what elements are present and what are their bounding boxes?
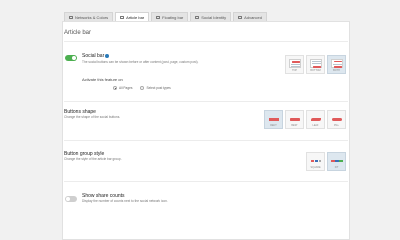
mini-button (339, 160, 343, 162)
text-line (312, 63, 321, 65)
tab-icon (156, 15, 161, 19)
radio-select-post-types[interactable]: Select post types (140, 86, 171, 90)
page-title: Article bar (64, 30, 92, 36)
tab-advanced[interactable]: Advanced (233, 12, 267, 21)
shape-option-pill[interactable]: PILL (327, 110, 346, 129)
group-option-square[interactable]: SQUARE (306, 152, 325, 171)
group-style-description: Change the style of the article bar grou… (64, 157, 122, 161)
buttons-shape-description: Change the shape of the social buttons. (64, 115, 121, 119)
layout-thumbnail (331, 59, 343, 68)
mini-button (315, 160, 318, 162)
group-preview (331, 156, 343, 165)
shape-option-best[interactable]: BEST (285, 110, 304, 129)
tab-article-bar[interactable]: Article bar (115, 12, 150, 21)
activate-label: Activate this feature on (82, 77, 123, 82)
shape-sample (332, 118, 342, 121)
tab-networks-colors[interactable]: Networks & Colors (64, 12, 114, 21)
shape-preview (331, 114, 343, 123)
shape-option-rect[interactable]: RECT (264, 110, 283, 129)
social-bar-description: The social buttons can be shown before o… (82, 60, 199, 64)
shape-preview (289, 114, 301, 123)
text-line (291, 66, 300, 68)
text-line (333, 63, 342, 65)
shape-sample (269, 118, 279, 121)
position-option-top[interactable]: TOP (285, 55, 304, 74)
radio-dot (113, 86, 117, 90)
bar-preview (292, 61, 300, 63)
tab-icon (69, 15, 73, 19)
bar-preview (313, 66, 321, 68)
share-counts-toggle[interactable] (65, 196, 77, 202)
tab-icon (195, 15, 200, 19)
divider (64, 101, 348, 102)
shape-option-leaf[interactable]: LEAF (306, 110, 325, 129)
toggle-knob (66, 197, 70, 201)
tab-icon (238, 15, 243, 19)
text-line (312, 61, 321, 63)
divider (64, 181, 348, 182)
toggle-knob (72, 56, 76, 60)
position-option-bottom[interactable]: BOTTOM (306, 55, 325, 74)
divider (64, 41, 348, 42)
text-line (291, 64, 300, 66)
info-icon[interactable] (105, 53, 110, 58)
tab-social-identity[interactable]: Social Identity (190, 12, 232, 21)
social-bar-toggle[interactable] (65, 55, 77, 61)
shape-sample (311, 118, 321, 121)
mini-button (319, 160, 321, 162)
activate-options: All Pages Select post types (113, 86, 171, 90)
layout-thumbnail (310, 59, 322, 68)
shape-sample (290, 118, 300, 121)
top-bar (0, 0, 400, 12)
shape-preview (268, 114, 280, 123)
mini-button (311, 160, 314, 162)
tab-floating-bar[interactable]: Floating bar (151, 12, 189, 21)
radio-dot (140, 86, 145, 90)
group-preview (310, 156, 322, 165)
shape-preview (310, 114, 322, 123)
position-option-both[interactable]: BOTH (327, 55, 346, 74)
settings-tabs: Networks & Colors Article bar Floating b… (64, 12, 267, 21)
tab-icon (120, 15, 125, 19)
bar-preview (334, 66, 342, 68)
bar-preview (334, 60, 342, 62)
layout-thumbnail (289, 59, 301, 68)
divider (64, 140, 348, 141)
social-bar-title: Social bar (82, 53, 110, 59)
radio-all-pages[interactable]: All Pages (113, 86, 132, 90)
group-option-fit[interactable]: FIT (327, 152, 346, 171)
share-counts-description: Display the number of counts next to the… (82, 199, 168, 203)
